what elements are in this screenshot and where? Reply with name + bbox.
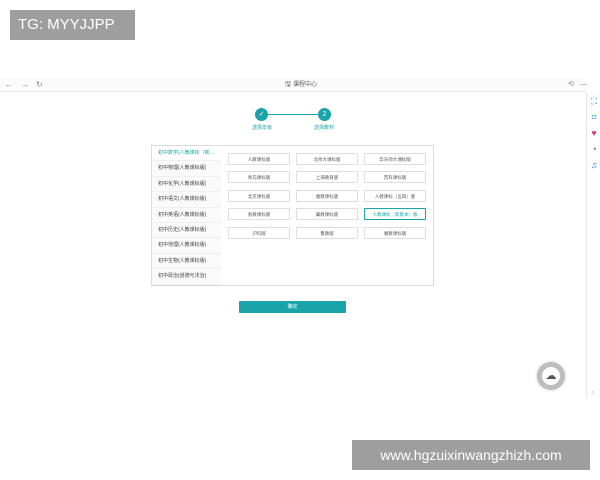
edition-option[interactable]: 上海教育版 (296, 171, 358, 183)
edition-option-selected[interactable]: 人教课标（新版本）版 (364, 208, 426, 220)
right-toolbar: ⛶ ⌗ ♥ ◔ ♫ (586, 92, 600, 398)
forward-button[interactable]: → (21, 79, 29, 91)
window-icon: 🖫 (285, 81, 291, 88)
subject-item[interactable]: 初中语文(人教课标版) (152, 192, 221, 208)
browser-toolbar: ← → ↻ 🖫 课程中心 ⟲ — (0, 78, 587, 92)
step-current-number: 2 (318, 108, 331, 121)
scan-icon[interactable]: ⌗ (589, 112, 599, 122)
back-button[interactable]: ← (5, 79, 13, 91)
subject-item[interactable]: 初中化学(人教课标版) (152, 176, 221, 193)
edition-option[interactable]: 人教课标（五四）版 (364, 190, 426, 202)
subject-item[interactable]: 初中物理(人教课标版) (152, 161, 221, 177)
watermark-bottom: www.hgzuixinwangzhizh.com (352, 440, 590, 470)
expand-icon[interactable]: ⛶ (589, 96, 599, 106)
edition-option[interactable]: 冀教课标版 (296, 208, 358, 220)
edition-option[interactable]: 青岛课标版 (228, 171, 290, 183)
subject-sidebar: 初中数学(人教课标（新… 初中物理(人教课标版) 初中化学(人教课标版) 初中语… (152, 146, 221, 285)
edition-option[interactable]: 鲁教版 (296, 227, 358, 239)
pin-button[interactable]: ⟲ (568, 79, 574, 91)
edition-option[interactable]: 湘教课标版 (364, 227, 426, 239)
history-icon[interactable]: ◔ (589, 144, 599, 154)
refresh-button[interactable]: ↻ (36, 79, 43, 91)
edition-option[interactable]: 华东师大课标版 (364, 153, 426, 165)
watermark-top: TG: MYYJJPP (10, 10, 135, 40)
window-title: 🖫 课程中心 (285, 80, 317, 90)
step-connector (267, 114, 319, 115)
rail-chevron-icon[interactable]: › (586, 390, 600, 400)
edition-option[interactable]: 沪科版 (228, 227, 290, 239)
step-label-textbook: 选择教材 (314, 125, 335, 131)
music-icon[interactable]: ♫ (589, 160, 599, 170)
subject-item[interactable]: 初中数学(人教课标（新… (152, 146, 221, 162)
subject-item[interactable]: 初中政治(道德与法治) (152, 269, 221, 285)
step-label-grade: 选择年级 (252, 125, 273, 131)
edition-option[interactable]: 苏科课标版 (364, 171, 426, 183)
textbook-selection-panel: 初中数学(人教课标（新… 初中物理(人教课标版) 初中化学(人教课标版) 初中语… (151, 145, 434, 286)
edition-option[interactable]: 北京课标版 (228, 190, 290, 202)
edition-option[interactable]: 北师大课标版 (296, 153, 358, 165)
edition-option[interactable]: 人教课标版 (228, 153, 290, 165)
minimize-button[interactable]: — (580, 79, 587, 91)
edition-option[interactable]: 湘教课标版 (296, 190, 358, 202)
window-title-text: 课程中心 (292, 82, 317, 88)
cloud-icon: ☁ (542, 367, 560, 385)
heart-icon[interactable]: ♥ (589, 128, 599, 138)
subject-item[interactable]: 初中历史(人教课标版) (152, 223, 221, 239)
progress-stepper: ✓ 2 选择年级 选择教材 (250, 108, 340, 132)
cloud-float-button[interactable]: ☁ (537, 362, 565, 390)
edition-option[interactable]: 浙教课标版 (228, 208, 290, 220)
subject-item[interactable]: 初中英语(人教课标版) (152, 207, 221, 223)
subject-item[interactable]: 初中地理(人教课标版) (152, 238, 221, 254)
confirm-button[interactable]: 确定 (239, 301, 346, 313)
subject-item[interactable]: 初中生物(人教课标版) (152, 253, 221, 270)
